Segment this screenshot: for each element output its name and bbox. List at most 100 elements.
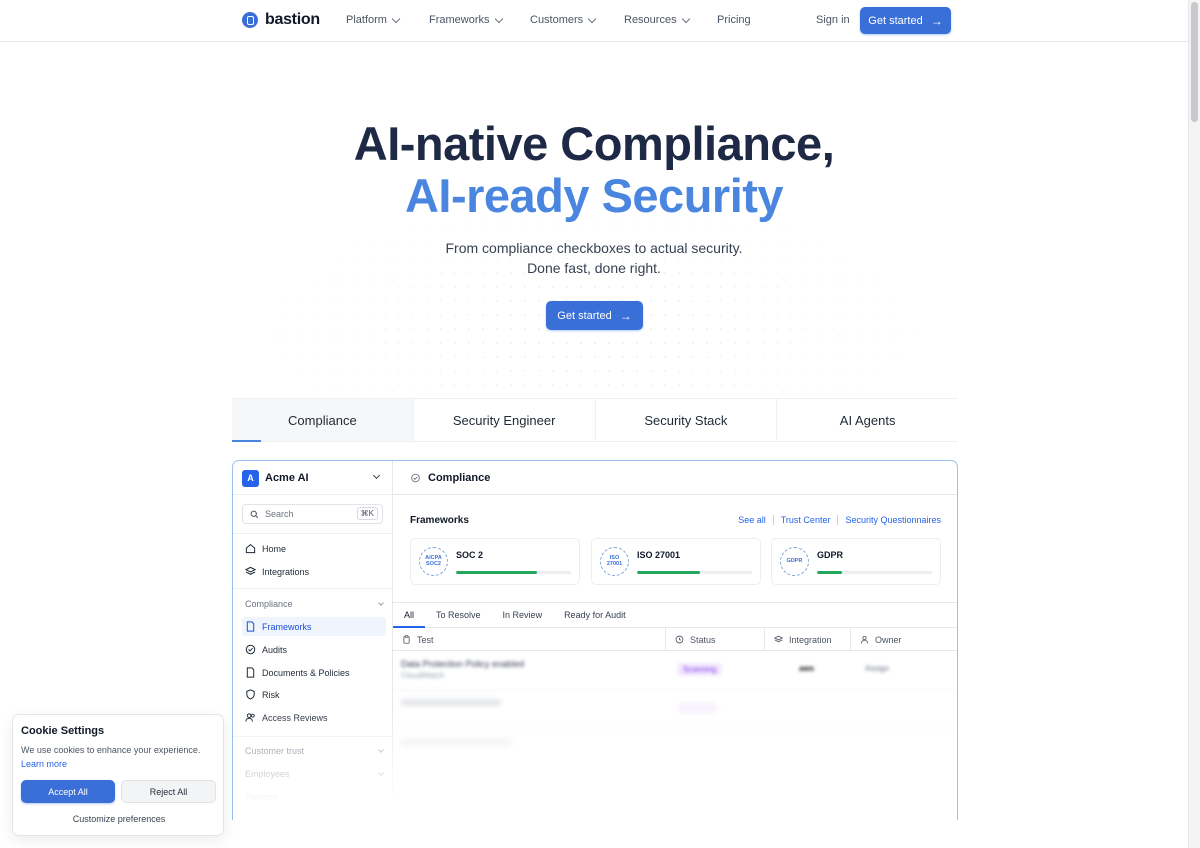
- sidebar-item-documents-policies[interactable]: Documents & Policies: [242, 663, 386, 682]
- column-label: Integration: [789, 634, 832, 645]
- get-started-button[interactable]: Get started →: [860, 7, 951, 34]
- sidebar-group-customer-trust[interactable]: Customer trust: [245, 746, 384, 756]
- user-icon: [861, 635, 868, 644]
- sidebar-item-risk[interactable]: Risk: [242, 685, 386, 704]
- framework-progress-bar: [456, 571, 571, 574]
- sidebar-group-employees[interactable]: Employees: [245, 769, 384, 779]
- sidebar-divider: [233, 533, 393, 534]
- accept-all-button[interactable]: Accept All: [21, 780, 115, 803]
- sidebar-item-access-reviews[interactable]: Access Reviews: [242, 708, 386, 727]
- page-title: Compliance: [428, 471, 491, 484]
- layers-icon: [245, 566, 256, 575]
- sidebar-group-label: Customer trust: [245, 746, 305, 756]
- document-icon: [246, 621, 255, 632]
- arrow-right-icon: →: [930, 13, 943, 28]
- hero-cta-label: Get started: [557, 309, 612, 322]
- customize-preferences-link[interactable]: Customize preferences: [13, 814, 225, 824]
- learn-more-link[interactable]: Learn more: [21, 759, 67, 769]
- sign-in-link[interactable]: Sign in: [816, 14, 850, 26]
- subtab-in-review[interactable]: In Review: [492, 603, 554, 627]
- column-owner[interactable]: Owner: [851, 628, 957, 651]
- sidebar-item-integrations[interactable]: Integrations: [242, 562, 386, 581]
- sidebar-item-frameworks[interactable]: Frameworks: [242, 617, 386, 636]
- tab-security-engineer-label: Security Engineer: [452, 412, 556, 428]
- nav-platform[interactable]: Platform: [346, 14, 401, 26]
- bastion-logo-icon: [242, 12, 258, 28]
- assign-owner[interactable]: Assign: [865, 664, 889, 673]
- gdpr-badge-icon: GDPR: [780, 547, 809, 576]
- hero-title-line2: AI-ready Security: [404, 169, 784, 222]
- brand-name: bastion: [265, 11, 320, 28]
- badge-line1: GDPR: [786, 557, 803, 564]
- tab-ai-agents-label: AI Agents: [839, 412, 896, 428]
- column-integration[interactable]: Integration: [765, 628, 851, 651]
- framework-card-iso27001[interactable]: ISO 27001 ISO 27001: [591, 538, 761, 585]
- framework-progress-bar: [817, 571, 932, 574]
- hero-subtitle-line1: From compliance checkboxes to actual sec…: [445, 240, 743, 256]
- column-label: Test: [417, 634, 434, 645]
- tests-table-header: Test Status Integration Owner: [393, 628, 957, 651]
- org-switcher[interactable]: A Acme AI: [242, 469, 384, 487]
- chevron-down-icon: [378, 770, 384, 776]
- placeholder-badge: [677, 703, 717, 713]
- chevron-down-icon: [494, 14, 503, 23]
- chevron-down-icon: [372, 471, 381, 480]
- search-placeholder: Search: [265, 509, 294, 519]
- tab-security-stack[interactable]: Security Stack: [596, 399, 778, 441]
- reject-all-button[interactable]: Reject All: [121, 780, 216, 803]
- tab-ai-agents[interactable]: AI Agents: [777, 399, 958, 441]
- users-icon: [245, 713, 255, 722]
- tab-security-engineer[interactable]: Security Engineer: [414, 399, 596, 441]
- link-separator: [837, 515, 839, 525]
- tab-compliance-label: Compliance: [288, 412, 357, 428]
- trust-center-link[interactable]: Trust Center: [781, 515, 831, 525]
- nav-platform-label: Platform: [346, 14, 387, 26]
- sidebar-group-label: Employees: [245, 769, 290, 779]
- sidebar-item-label: Integrations: [262, 566, 310, 577]
- page-scrollbar[interactable]: [1188, 0, 1200, 848]
- tab-progress-indicator: [232, 440, 261, 442]
- sidebar-item-audits[interactable]: Audits: [242, 640, 386, 659]
- brand-logo[interactable]: bastion: [242, 11, 320, 29]
- hero-title-line1: AI-native Compliance,: [353, 117, 835, 170]
- table-row[interactable]: Data Protection Policy enabled CloudWatc…: [393, 651, 957, 691]
- tab-compliance[interactable]: Compliance: [232, 399, 414, 442]
- nav-frameworks[interactable]: Frameworks: [429, 14, 503, 26]
- sidebar-group-label: Compliance: [245, 599, 293, 609]
- chevron-down-icon: [681, 14, 690, 23]
- see-all-link[interactable]: See all: [738, 515, 766, 525]
- framework-name: ISO 27001: [637, 550, 681, 560]
- nav-customers[interactable]: Customers: [530, 14, 597, 26]
- nav-pricing[interactable]: Pricing: [717, 14, 751, 26]
- cookie-settings-panel: Cookie Settings We use cookies to enhanc…: [12, 714, 224, 836]
- scrollbar-thumb[interactable]: [1191, 2, 1198, 122]
- sidebar-item-label: Audits: [262, 644, 288, 655]
- org-avatar: A: [242, 469, 259, 487]
- subtab-to-resolve[interactable]: To Resolve: [425, 603, 492, 627]
- framework-name: GDPR: [817, 550, 844, 560]
- aws-logo-icon: aws: [799, 664, 815, 673]
- security-questionnaires-link[interactable]: Security Questionnaires: [845, 515, 941, 525]
- hero-get-started-button[interactable]: Get started →: [546, 301, 643, 330]
- placeholder-line: [401, 699, 501, 706]
- column-test[interactable]: Test: [393, 628, 666, 651]
- file-icon: [246, 667, 255, 678]
- framework-card-soc2[interactable]: AICPA SOC2 SOC 2: [410, 538, 580, 585]
- subtab-all[interactable]: All: [393, 603, 426, 628]
- table-row-placeholder: [393, 731, 957, 771]
- frameworks-links: See all Trust Center Security Questionna…: [738, 515, 941, 525]
- nav-resources[interactable]: Resources: [624, 14, 690, 26]
- sidebar-group-devices[interactable]: Devices: [245, 792, 383, 802]
- framework-card-gdpr[interactable]: GDPR GDPR: [771, 538, 941, 585]
- sidebar-group-compliance[interactable]: Compliance: [245, 599, 384, 609]
- sidebar-divider: [233, 588, 393, 589]
- column-status[interactable]: Status: [666, 628, 765, 651]
- subtab-ready-for-audit[interactable]: Ready for Audit: [553, 603, 637, 627]
- badge-text: AICPA SOC2: [425, 555, 442, 568]
- sidebar-item-label: Access Reviews: [262, 712, 328, 723]
- layers-icon: [773, 635, 784, 643]
- sidebar-search-input[interactable]: Search ⌘K: [242, 504, 383, 524]
- column-label: Owner: [875, 634, 902, 645]
- link-separator: [772, 515, 774, 525]
- sidebar-item-home[interactable]: Home: [242, 539, 386, 558]
